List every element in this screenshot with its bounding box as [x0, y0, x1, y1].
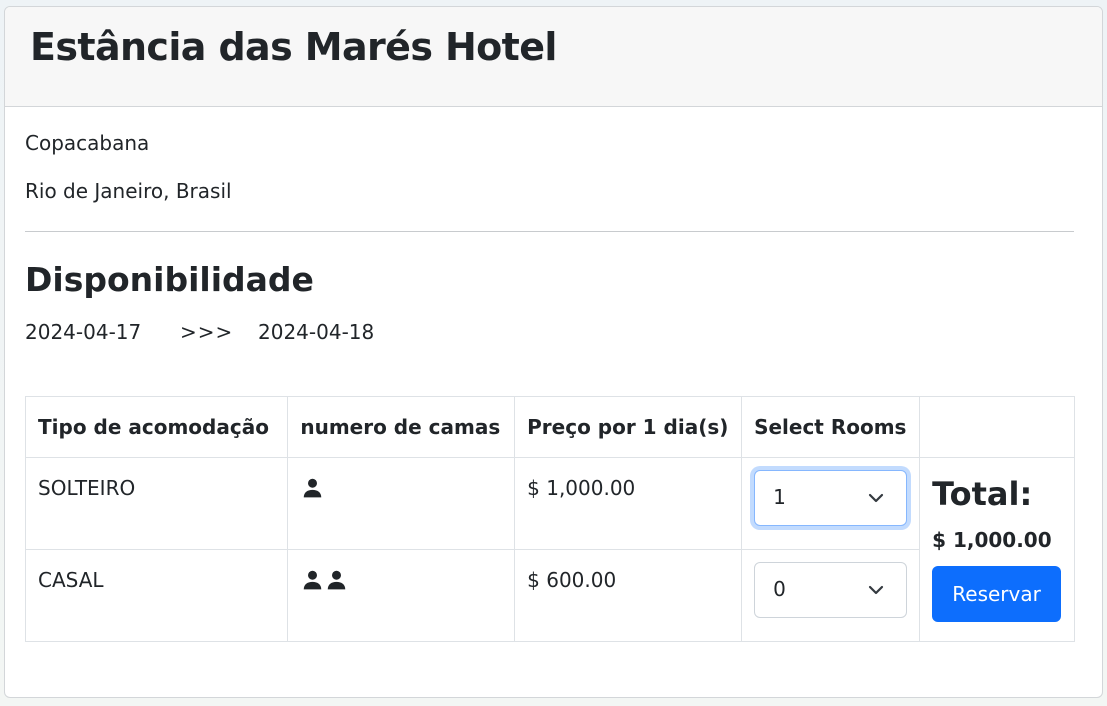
selected-value: 1	[773, 485, 786, 509]
room-price: $ 600.00	[514, 549, 743, 642]
table-row: SOLTEIRO $ 1,000.00 1 Total: $ 1,000.00 …	[24, 457, 1075, 642]
divider	[25, 231, 1074, 232]
total-value: $ 1,000.00	[932, 528, 1052, 552]
bed-icons	[287, 549, 516, 642]
person-icon	[304, 570, 322, 590]
hotel-neighborhood: Copacabana	[25, 131, 150, 155]
check-in-date: 2024-04-17	[25, 320, 142, 344]
total-label: Total:	[932, 475, 1033, 513]
chevron-down-icon	[868, 493, 884, 503]
bed-icons	[287, 457, 516, 550]
chevron-down-icon	[868, 585, 884, 595]
header-room-type: Tipo de acomodação	[24, 396, 289, 458]
header-bed-count: numero de camas	[287, 396, 516, 458]
header-price: Preço por 1 dia(s)	[514, 396, 743, 458]
selected-value: 0	[773, 577, 786, 601]
date-arrow: >>>	[180, 320, 234, 344]
check-out-date: 2024-04-18	[258, 320, 375, 344]
table-header-row: Tipo de acomodação numero de camas Preço…	[24, 396, 1075, 458]
card-header: Estância das Marés Hotel	[5, 7, 1102, 107]
date-range: 2024-04-17 >>> 2024-04-18	[25, 318, 374, 346]
hotel-name: Estância das Marés Hotel	[30, 25, 557, 69]
rooms-table: Tipo de acomodação numero de camas Preço…	[24, 396, 1075, 642]
rooms-select-solteiro[interactable]: 1	[754, 470, 908, 526]
hotel-city: Rio de Janeiro, Brasil	[25, 179, 232, 203]
availability-title: Disponibilidade	[25, 260, 314, 299]
rooms-select-casal[interactable]: 0	[754, 562, 908, 618]
room-type: CASAL	[24, 549, 289, 642]
reserve-button[interactable]: Reservar	[932, 566, 1062, 622]
person-icon	[304, 478, 322, 498]
header-select-rooms: Select Rooms	[741, 396, 921, 458]
room-type: SOLTEIRO	[24, 457, 289, 550]
room-price: $ 1,000.00	[514, 457, 743, 550]
header-summary	[919, 396, 1075, 458]
person-icon	[328, 570, 346, 590]
summary-cell: Total: $ 1,000.00 Reservar	[919, 457, 1075, 642]
table-row: CASAL $ 600.00 0	[24, 549, 1075, 642]
